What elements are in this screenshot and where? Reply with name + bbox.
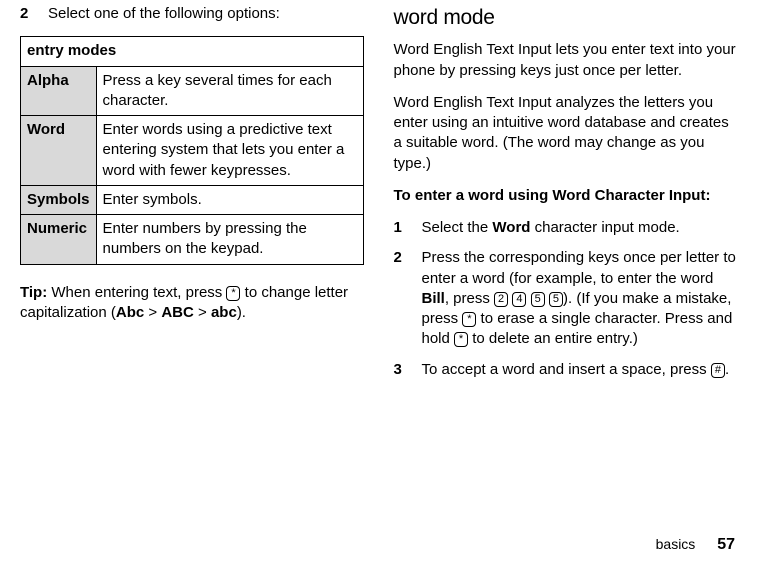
page-footer: basics 57 [656,534,735,556]
step-text: Press the corresponding keys once per le… [422,248,738,349]
key-4-icon: 4 [512,292,526,307]
table-row: Alpha Press a key several times for each… [21,66,364,116]
step-text: To accept a word and insert a space, pre… [422,360,738,380]
step-number: 2 [20,4,48,24]
table-row: Numeric Enter numbers by pressing the nu… [21,215,364,265]
page-number: 57 [717,536,735,553]
mode-name: Symbols [21,185,97,214]
step-text: Select the Word character input mode. [422,218,738,238]
step-text: Select one of the following options: [48,4,364,24]
tip-text-before: When entering text, press [47,284,226,301]
right-column: word mode Word English Text Input lets y… [394,4,738,390]
text: character input mode. [530,219,679,236]
text: To accept a word and insert a space, pre… [422,361,711,378]
tip-label: Tip: [20,284,47,301]
table-row: Word Enter words using a predictive text… [21,116,364,186]
sep: > [144,304,161,321]
page-content: 2 Select one of the following options: e… [0,0,757,430]
cap-mode-lower: abc [211,304,237,321]
mode-name: Numeric [21,215,97,265]
key-5-icon: 5 [549,292,563,307]
paragraph-1: Word English Text Input lets you enter t… [394,40,738,81]
table-header: entry modes [21,37,364,66]
entry-modes-table: entry modes Alpha Press a key several ti… [20,36,364,264]
step-number: 3 [394,360,422,380]
key-5-icon: 5 [531,292,545,307]
hash-key-icon: # [711,363,725,378]
table-row: Symbols Enter symbols. [21,185,364,214]
text: . [725,361,729,378]
star-key-icon: * [462,312,476,327]
section-heading: word mode [394,4,738,32]
tip-end: ). [237,304,246,321]
instruction-heading: To enter a word using Word Character Inp… [394,186,738,206]
star-key-icon: * [454,332,468,347]
text: , press [445,290,494,307]
footer-section: basics [656,536,696,552]
key-2-icon: 2 [494,292,508,307]
step-number: 2 [394,248,422,349]
word-mode-label: Word [492,219,530,236]
mode-desc: Enter symbols. [96,185,363,214]
step-2: 2 Select one of the following options: [20,4,364,24]
text: Press the corresponding keys once per le… [422,249,736,286]
text: to delete an entire entry.) [468,330,638,347]
table-header-row: entry modes [21,37,364,66]
step-3: 3 To accept a word and insert a space, p… [394,360,738,380]
text: Select the [422,219,493,236]
step-1: 1 Select the Word character input mode. [394,218,738,238]
cap-mode-ABC: ABC [161,304,194,321]
mode-desc: Enter words using a predictive text ente… [96,116,363,186]
mode-desc: Enter numbers by pressing the numbers on… [96,215,363,265]
cap-mode-abc: Abc [116,304,144,321]
sep: > [194,304,211,321]
mode-name: Word [21,116,97,186]
step-number: 1 [394,218,422,238]
paragraph-2: Word English Text Input analyzes the let… [394,93,738,174]
step-2: 2 Press the corresponding keys once per … [394,248,738,349]
example-word: Bill [422,290,445,307]
star-key-icon: * [226,286,240,301]
left-column: 2 Select one of the following options: e… [20,4,364,390]
mode-name: Alpha [21,66,97,116]
mode-desc: Press a key several times for each chara… [96,66,363,116]
tip-paragraph: Tip: When entering text, press * to chan… [20,283,364,324]
